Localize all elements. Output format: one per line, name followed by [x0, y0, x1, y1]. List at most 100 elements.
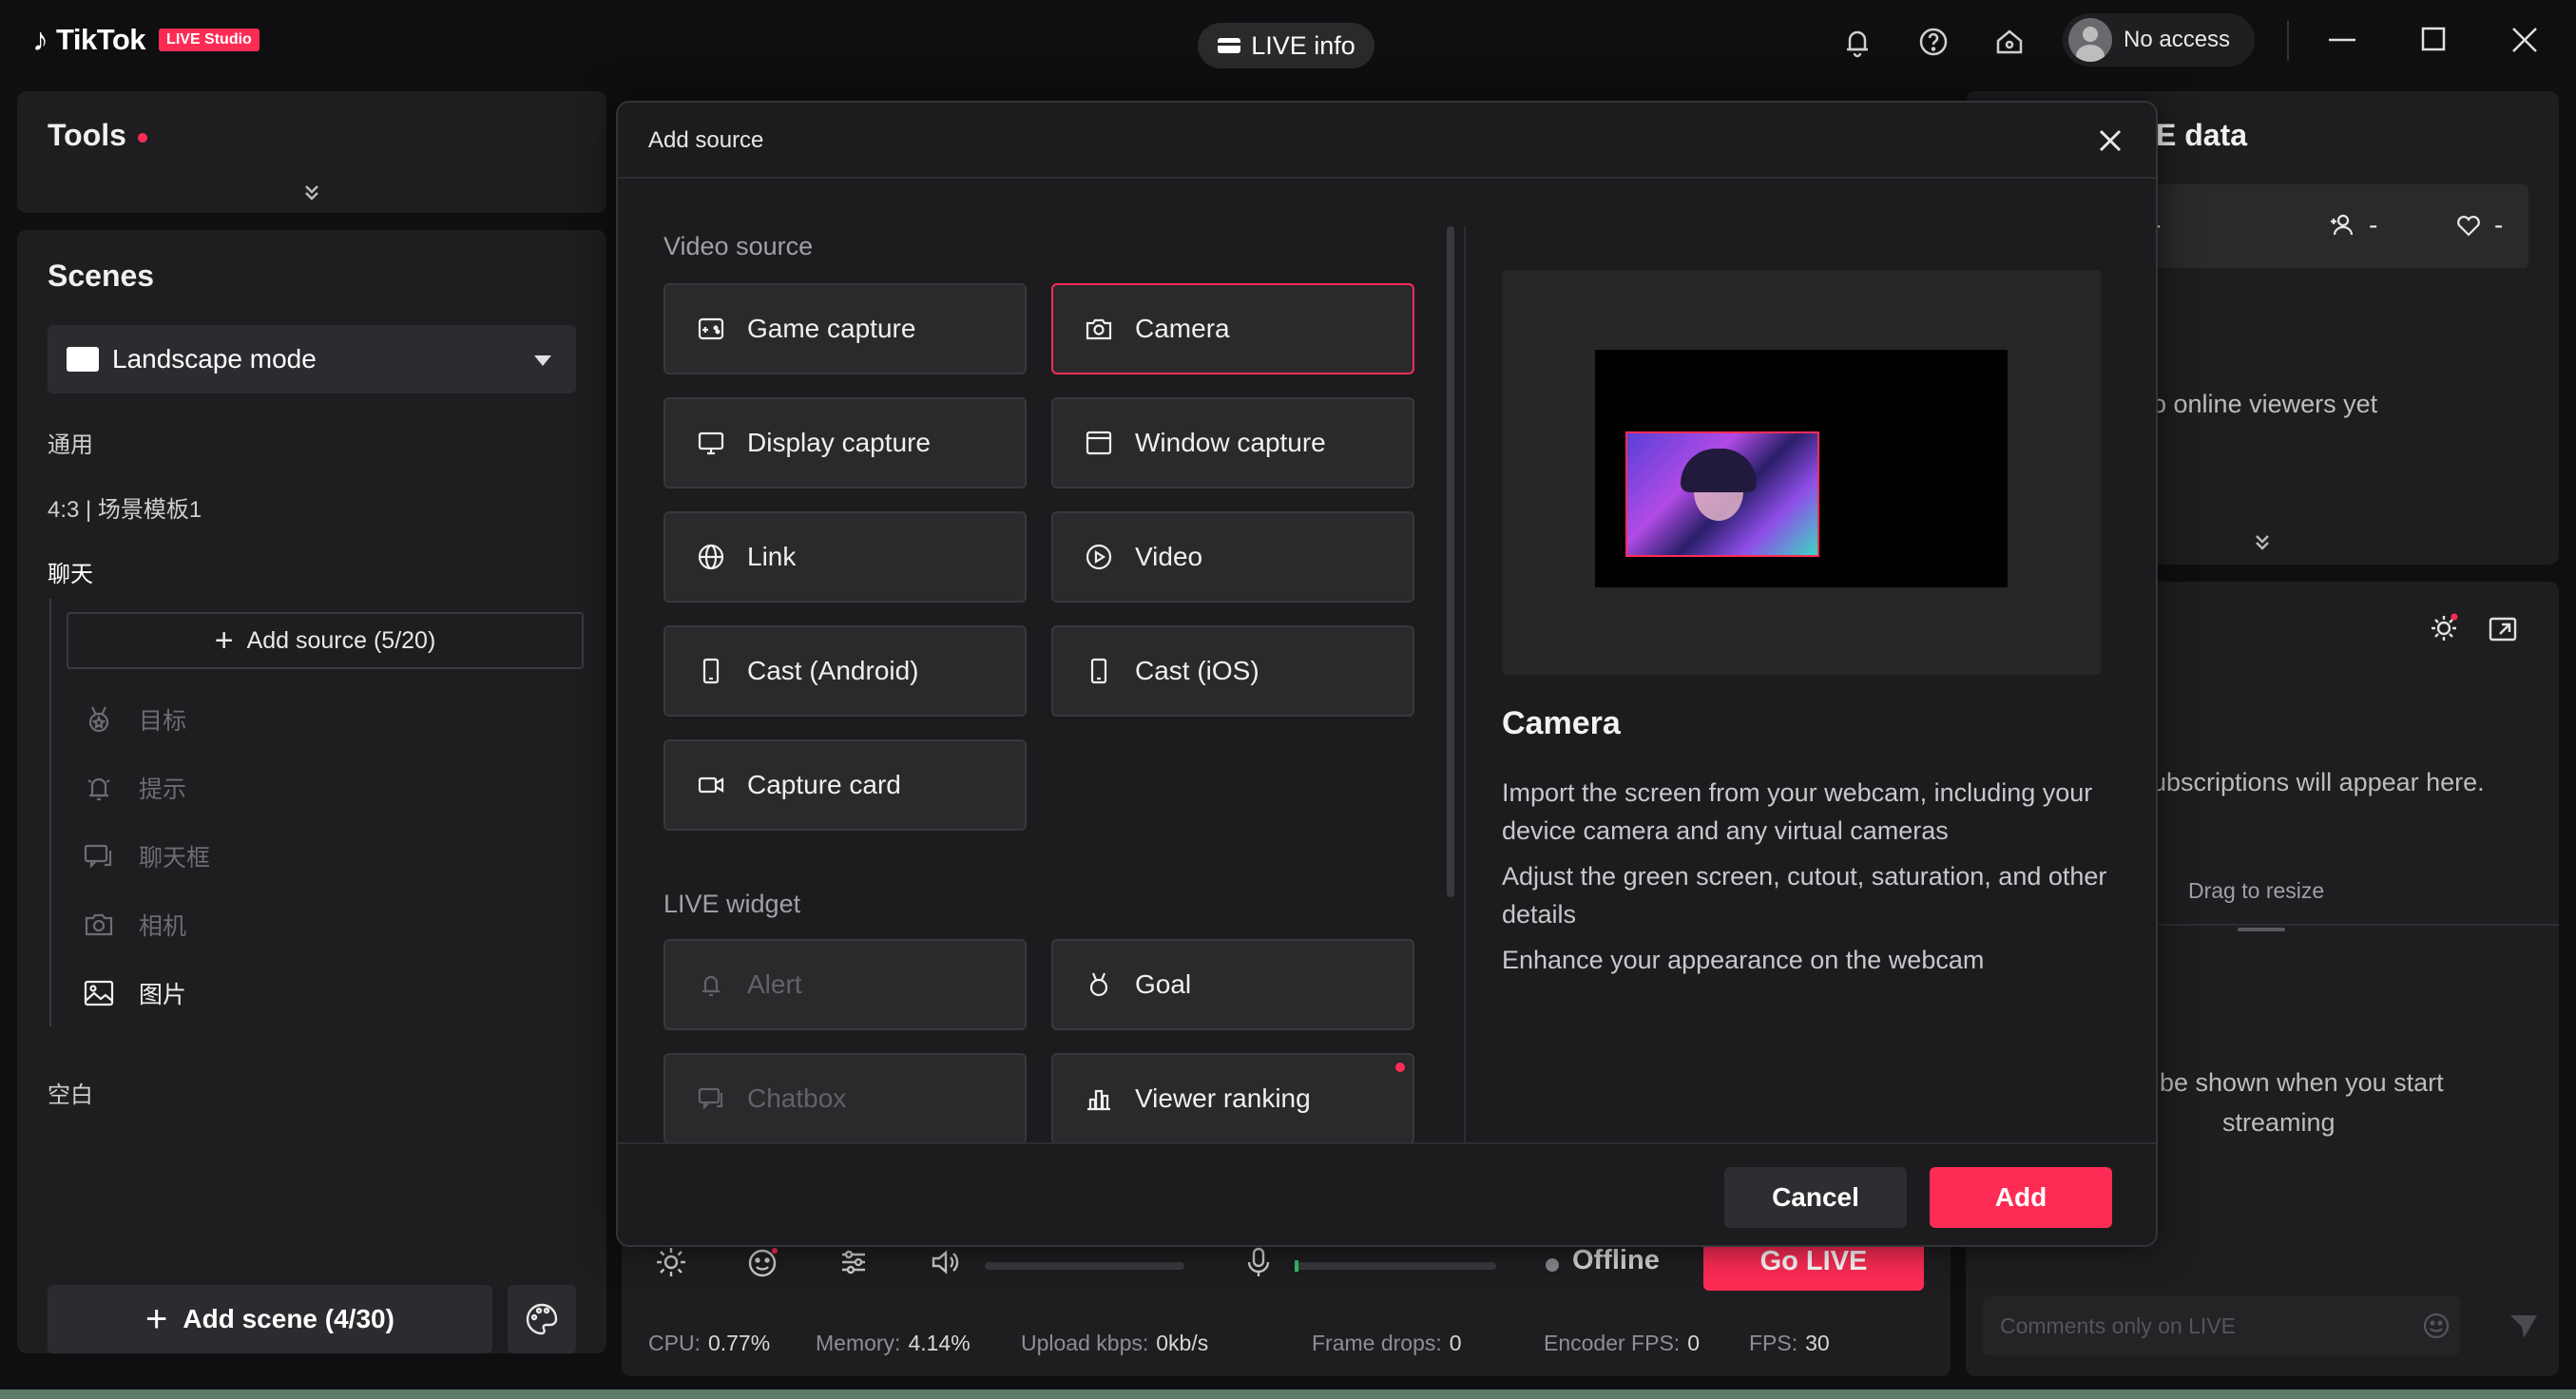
dialog-title: Add source [648, 127, 764, 153]
layout-mode-select[interactable]: Landscape mode [48, 325, 576, 393]
alert-bell-icon [82, 771, 116, 805]
monitor-icon [67, 347, 99, 372]
phone-icon [1084, 656, 1114, 686]
scene-item[interactable]: 空白 [48, 1076, 93, 1109]
link-option[interactable]: Link [663, 511, 1027, 603]
home-icon[interactable] [1989, 21, 2030, 63]
logo-text: TikTok [56, 23, 146, 56]
send-icon[interactable] [2506, 1308, 2542, 1344]
window-icon [1084, 428, 1114, 458]
cast-ios-option[interactable]: Cast (iOS) [1051, 625, 1414, 717]
caret-down-icon [534, 355, 551, 366]
add-user-icon [2331, 214, 2354, 236]
mic-volume-slider[interactable] [1295, 1262, 1496, 1270]
bell-icon[interactable] [1836, 21, 1878, 63]
tiktok-note-icon: ♪ [32, 22, 48, 58]
stat-encoder-fps: Encoder FPS: 0 [1544, 1331, 1700, 1355]
likes-stat: - [2452, 209, 2503, 241]
add-scene-button[interactable]: + Add scene (4/30) [48, 1285, 492, 1353]
tiktok-logo: ♪ TikTok LIVE Studio [32, 23, 260, 57]
cancel-button[interactable]: Cancel [1724, 1167, 1907, 1228]
camera-icon [82, 908, 116, 942]
preview-title: Camera [1502, 705, 1621, 741]
effects-face-icon[interactable] [743, 1243, 781, 1281]
help-icon[interactable] [1913, 21, 1954, 63]
live-widget-heading: LIVE widget [663, 890, 801, 918]
comment-input[interactable]: Comments only on LIVE [1983, 1296, 2460, 1355]
medal-icon [82, 702, 116, 737]
theme-palette-button[interactable] [508, 1285, 576, 1353]
maximize-icon [2421, 27, 2446, 51]
camera-icon [1084, 314, 1114, 344]
card-icon [1218, 38, 1241, 53]
description-line: Adjust the green screen, cutout, saturat… [1502, 862, 2107, 929]
settings-gear-icon[interactable] [652, 1243, 690, 1281]
live-stats-strip: - - - [2110, 184, 2528, 268]
medal-icon [1084, 969, 1114, 1000]
adjust-sliders-icon[interactable] [835, 1243, 873, 1281]
notification-dot [137, 132, 147, 143]
close-icon [2099, 129, 2122, 152]
maximize-button[interactable] [2407, 17, 2460, 63]
chatbox-icon [82, 839, 116, 873]
status-dot [1546, 1258, 1559, 1272]
game-capture-option[interactable]: Game capture [663, 283, 1027, 374]
chatbox-icon [696, 1083, 726, 1114]
source-item[interactable]: 聊天框 [82, 833, 210, 880]
palette-icon [526, 1303, 558, 1335]
source-list-scrollbar[interactable] [1447, 226, 1454, 897]
scene-item[interactable]: 通用 [48, 426, 93, 459]
source-item[interactable]: 相机 [82, 901, 186, 949]
alert-bell-icon [696, 969, 726, 1000]
mic-level-indicator [1295, 1260, 1298, 1272]
cast-android-option[interactable]: Cast (Android) [663, 625, 1027, 717]
live-data-title: E data [2156, 118, 2248, 152]
capture-card-option[interactable]: Capture card [663, 739, 1027, 831]
dialog-close-button[interactable] [2091, 122, 2129, 160]
source-item[interactable]: 目标 [82, 696, 186, 743]
live-info-button[interactable]: LIVE info [1198, 23, 1375, 68]
comments-empty-text-1: be shown when you start [2160, 1068, 2444, 1097]
expand-chevron-icon[interactable] [300, 181, 323, 208]
expand-chevron-icon[interactable] [2251, 530, 2274, 558]
stat-fps: FPS: 30 [1749, 1331, 1830, 1355]
title-bar: ♪ TikTok LIVE Studio LIVE info No access [0, 0, 2576, 84]
minimize-button[interactable] [2316, 17, 2369, 63]
description-line: Import the screen from your webcam, incl… [1502, 778, 2093, 845]
source-item[interactable]: 提示 [82, 764, 186, 812]
stat-frame-drops: Frame drops: 0 [1312, 1331, 1462, 1355]
add-button[interactable]: Add [1930, 1167, 2112, 1228]
video-source-heading: Video source [663, 232, 814, 260]
source-item[interactable]: 图片 [82, 969, 186, 1017]
preview-screen [1595, 350, 2008, 587]
account-button[interactable]: No access [2063, 13, 2255, 67]
window-capture-option[interactable]: Window capture [1051, 397, 1414, 489]
stat-cpu: CPU: 0.77% [648, 1331, 771, 1355]
speaker-volume-slider[interactable] [985, 1262, 1184, 1270]
add-source-label: Add source (5/20) [246, 626, 436, 654]
image-icon [82, 976, 116, 1010]
goal-widget-option[interactable]: Goal [1051, 939, 1414, 1030]
resize-handle[interactable] [2238, 928, 2285, 931]
settings-icon[interactable] [2426, 610, 2462, 646]
scene-item-active[interactable]: 聊天 [48, 555, 93, 588]
emoji-icon[interactable] [2418, 1308, 2454, 1344]
add-source-dialog: Add source Video source Game capture Cam… [616, 101, 2158, 1247]
scene-item[interactable]: 4:3 | 场景模板1 [48, 490, 202, 524]
camera-option[interactable]: Camera [1051, 283, 1414, 374]
viewer-ranking-widget-option[interactable]: Viewer ranking [1051, 1053, 1414, 1144]
globe-icon [696, 542, 726, 572]
description-line: Enhance your appearance on the webcam [1502, 946, 1985, 974]
app-window: ♪ TikTok LIVE Studio LIVE info No access [0, 0, 2576, 1399]
divider [2152, 924, 2559, 926]
add-source-button[interactable]: + Add source (5/20) [67, 612, 584, 669]
no-viewers-text: o online viewers yet [2152, 390, 2378, 418]
display-capture-option[interactable]: Display capture [663, 397, 1027, 489]
video-option[interactable]: Video [1051, 511, 1414, 603]
close-window-button[interactable] [2498, 17, 2551, 63]
titlebar-divider [2287, 21, 2289, 61]
scene-tree-line [49, 599, 51, 1026]
microphone-icon[interactable] [1240, 1243, 1278, 1281]
speaker-icon[interactable] [926, 1243, 964, 1281]
popout-icon[interactable] [2485, 610, 2521, 646]
